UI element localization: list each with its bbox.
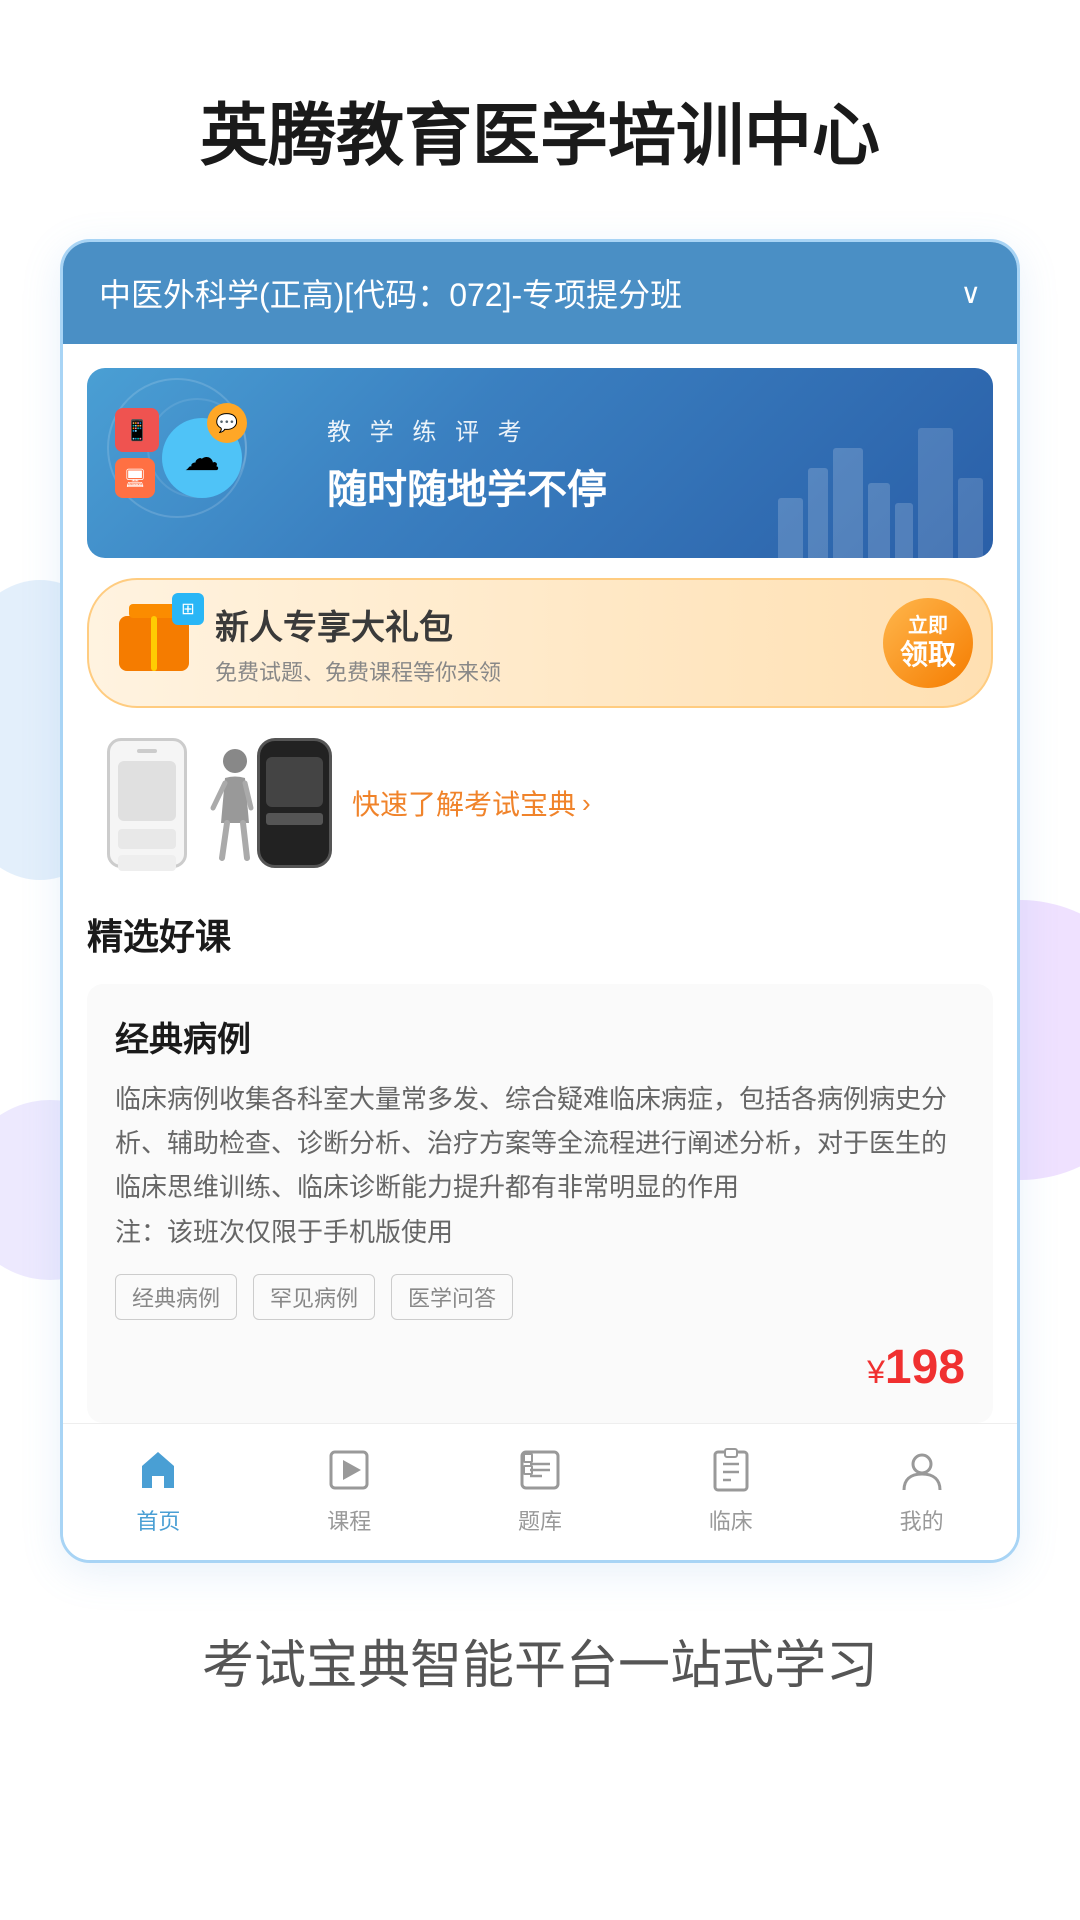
course-tags: 经典病例 罕见病例 医学问答 — [115, 1274, 965, 1320]
gift-btn-line2: 领取 — [900, 638, 956, 672]
price-value: 198 — [885, 1341, 965, 1394]
gift-ribbon — [151, 616, 157, 671]
gift-title: 新人专享大礼包 — [215, 600, 867, 649]
phone-mockup-1 — [107, 738, 187, 868]
exam-promo[interactable]: 快速了解考试宝典 › — [87, 728, 993, 878]
course-selector-text: 中医外科学(正高)[代码：072]-专项提分班 — [99, 270, 945, 316]
gift-text: 新人专享大礼包 免费试题、免费课程等你来领 — [199, 600, 883, 687]
banner-text: 教 学 练 评 考 随时随地学不停 — [307, 412, 963, 515]
gift-btn-line1: 立即 — [908, 614, 948, 638]
exam-link[interactable]: 快速了解考试宝典 › — [352, 783, 973, 823]
course-description: 临床病例收集各科室大量常多发、综合疑难临床病症，包括各病例病史分析、辅助检查、诊… — [115, 1077, 965, 1254]
gift-claim-button[interactable]: 立即 领取 — [883, 598, 973, 688]
course-card[interactable]: 经典病例 临床病例收集各科室大量常多发、综合疑难临床病症，包括各病例病史分析、辅… — [87, 984, 993, 1423]
banner-subtitle: 教 学 练 评 考 — [327, 412, 963, 447]
bottom-nav: 首页 课程 — [63, 1423, 1017, 1560]
page-title: 英腾教育医学培训中心 — [0, 0, 1080, 239]
tag-3: 医学问答 — [391, 1274, 513, 1320]
tag-1: 经典病例 — [115, 1274, 237, 1320]
nav-my[interactable]: 我的 — [826, 1444, 1017, 1536]
nav-clinical-label: 临床 — [709, 1504, 753, 1536]
nav-home[interactable]: 首页 — [63, 1444, 254, 1536]
tag-2: 罕见病例 — [253, 1274, 375, 1320]
nav-course[interactable]: 课程 — [254, 1444, 445, 1536]
nav-quiz[interactable]: 题库 — [445, 1444, 636, 1536]
phone-mockup-2 — [257, 738, 332, 868]
nav-quiz-label: 题库 — [518, 1504, 562, 1536]
clinical-icon — [705, 1444, 757, 1496]
chat-icon: 💬 — [207, 403, 247, 443]
course-selector[interactable]: 中医外科学(正高)[代码：072]-专项提分班 ∨ — [63, 242, 1017, 344]
course-name: 经典病例 — [115, 1012, 965, 1061]
promo-banner: ☁ 📱 💬 🖥 教 学 练 评 考 随时随地学不停 — [87, 368, 993, 558]
bottom-subtitle: 考试宝典智能平台一站式学习 — [0, 1563, 1080, 1778]
section-title: 精选好课 — [87, 908, 993, 960]
banner-icons: ☁ 📱 💬 🖥 — [107, 398, 307, 528]
courses-section: 精选好课 经典病例 临床病例收集各科室大量常多发、综合疑难临床病症，包括各病例病… — [63, 878, 1017, 1423]
banner-title: 随时随地学不停 — [327, 457, 963, 515]
gift-desc: 免费试题、免费课程等你来领 — [215, 655, 867, 687]
my-icon — [896, 1444, 948, 1496]
chevron-down-icon: ∨ — [961, 277, 982, 310]
phone-icon: 📱 — [115, 408, 159, 452]
arrow-icon: › — [582, 788, 591, 819]
tablet-icon: 🖥 — [115, 458, 155, 498]
course-icon — [323, 1444, 375, 1496]
nav-home-label: 首页 — [136, 1504, 180, 1536]
gift-banner[interactable]: ⊞ 新人专享大礼包 免费试题、免费课程等你来领 立即 领取 — [87, 578, 993, 708]
nav-course-label: 课程 — [327, 1504, 371, 1536]
quiz-icon — [514, 1444, 566, 1496]
gift-icon: ⊞ — [109, 603, 199, 683]
app-card: 中医外科学(正高)[代码：072]-专项提分班 ∨ ☁ 📱 💬 🖥 教 学 练 … — [60, 239, 1020, 1563]
course-price: ¥198 — [115, 1340, 965, 1395]
home-icon — [132, 1444, 184, 1496]
nav-my-label: 我的 — [900, 1504, 944, 1536]
price-symbol: ¥ — [867, 1354, 885, 1390]
nav-clinical[interactable]: 临床 — [635, 1444, 826, 1536]
gift-float-icon: ⊞ — [172, 593, 204, 625]
person-figure — [197, 743, 257, 863]
exam-link-text: 快速了解考试宝典 — [352, 783, 576, 823]
